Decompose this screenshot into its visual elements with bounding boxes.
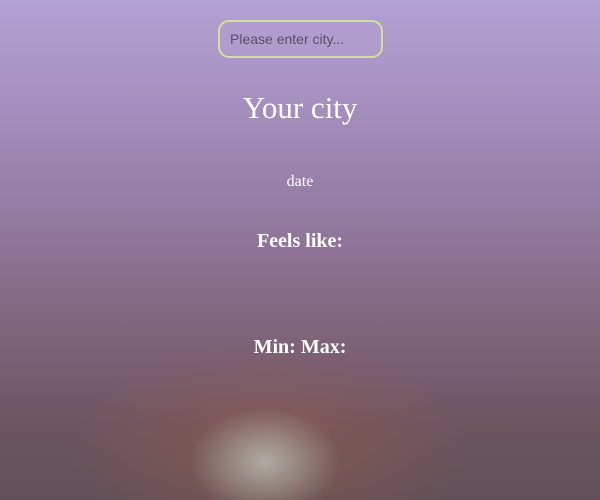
- feels-like-label: Feels like:: [256, 230, 344, 252]
- min-max-label: Min: Max:: [253, 336, 347, 358]
- city-name: Your city: [242, 90, 358, 125]
- date-text: date: [286, 173, 314, 190]
- weather-app: Your city date Feels like: Min: Max:: [0, 0, 600, 500]
- city-search-input[interactable]: [218, 20, 383, 58]
